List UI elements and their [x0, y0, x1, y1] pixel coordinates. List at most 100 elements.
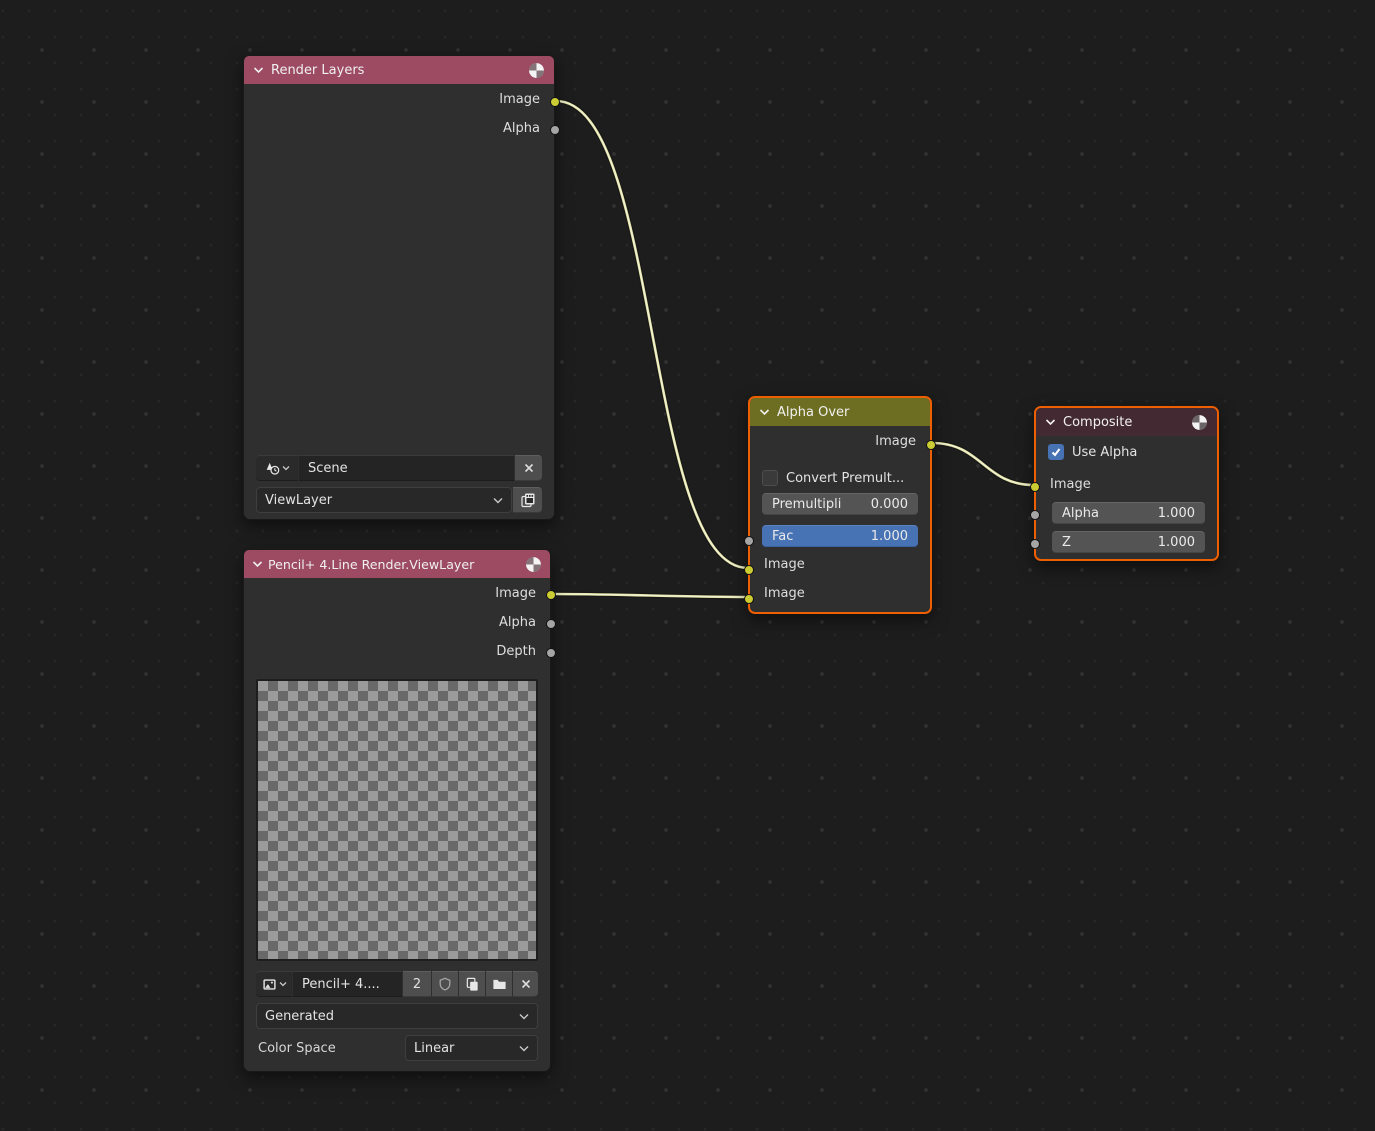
image-source-select[interactable]: Generated [256, 1003, 538, 1029]
close-icon [523, 462, 535, 474]
shield-icon [438, 977, 452, 991]
view-layer-row: ViewLayer [256, 487, 542, 513]
render-layers-header[interactable]: Render Layers [244, 56, 554, 84]
color-space-label: Color Space [256, 1041, 405, 1056]
output-row-image: Image [244, 84, 554, 113]
socket-label: Image [1050, 477, 1091, 492]
premult-label: Premultipli [772, 497, 841, 512]
open-image-button[interactable] [486, 971, 512, 997]
image-name-field[interactable]: Pencil+ 4.... [293, 971, 402, 997]
chevron-down-icon [279, 981, 287, 987]
material-preview-icon [525, 556, 542, 573]
scene-icon [265, 461, 280, 476]
chevron-down-icon[interactable] [252, 560, 263, 568]
chevron-down-icon[interactable] [253, 66, 264, 74]
socket-alpha-output[interactable] [550, 125, 560, 135]
fac-slider[interactable]: Fac 1.000 [762, 525, 918, 547]
color-space-value: Linear [414, 1041, 454, 1056]
fac-value: 1.000 [871, 529, 908, 544]
chevron-down-icon [282, 465, 290, 471]
image-browse-button[interactable] [256, 971, 292, 997]
node-title: Alpha Over [777, 405, 921, 420]
alpha-over-header[interactable]: Alpha Over [750, 398, 930, 426]
pencil-node-header[interactable]: Pencil+ 4.Line Render.ViewLayer [244, 550, 550, 578]
socket-label: Alpha [499, 615, 536, 630]
socket-image-output[interactable] [550, 97, 560, 107]
scene-unlink-button[interactable] [515, 455, 542, 481]
scene-browse-button[interactable] [256, 455, 298, 481]
node-title: Pencil+ 4.Line Render.ViewLayer [268, 557, 520, 572]
unlink-image-button[interactable] [513, 971, 538, 997]
noodle-alphaover-to-composite[interactable] [932, 443, 1034, 485]
view-layer-value: ViewLayer [265, 493, 332, 508]
node-title: Render Layers [271, 63, 521, 78]
socket-label: Image [499, 92, 540, 107]
fac-label: Fac [772, 529, 793, 544]
output-row-alpha: Alpha [244, 607, 550, 636]
socket-label: Image [764, 586, 805, 601]
output-row-image: Image [244, 578, 550, 607]
scene-selector: Scene [256, 455, 542, 481]
user-count-button[interactable]: 2 [403, 971, 431, 997]
socket-image-output[interactable] [926, 440, 936, 450]
socket-image2-input[interactable] [744, 594, 754, 604]
chevron-down-icon[interactable] [759, 408, 770, 416]
node-render-layers[interactable]: Render Layers Image Alpha Scene [243, 55, 555, 520]
noodle-pencil-to-alphaover[interactable] [551, 594, 748, 597]
socket-label: Image [764, 557, 805, 572]
alpha-label: Alpha [1062, 506, 1099, 521]
new-image-button[interactable] [459, 971, 485, 997]
material-preview-icon [1191, 414, 1208, 431]
chevron-down-icon [493, 497, 503, 504]
use-alpha-row: Use Alpha [1048, 439, 1205, 465]
noodle-renderlayers-to-alphaover[interactable] [556, 101, 748, 568]
scene-name-field[interactable]: Scene [299, 455, 514, 481]
z-slider[interactable]: Z 1.000 [1052, 531, 1205, 553]
node-composite[interactable]: Composite Use Alpha Image Alpha 1.000 Z … [1034, 406, 1219, 561]
node-pencil-image[interactable]: Pencil+ 4.Line Render.ViewLayer Image Al… [243, 549, 551, 1072]
node-title: Composite [1063, 415, 1184, 430]
socket-label: Depth [496, 644, 536, 659]
chevron-down-icon [519, 1045, 529, 1052]
socket-image-input[interactable] [1030, 482, 1040, 492]
image-datablock-selector: Pencil+ 4.... 2 [256, 971, 538, 997]
socket-label: Image [875, 434, 916, 449]
view-layer-select[interactable]: ViewLayer [256, 487, 512, 513]
premult-value: 0.000 [871, 497, 908, 512]
image-preview-checkerboard [256, 679, 538, 961]
input-row-image: Image [1036, 470, 1217, 499]
input-row-image1: Image [750, 550, 930, 579]
socket-image-output[interactable] [546, 590, 556, 600]
close-icon [520, 978, 532, 990]
socket-alpha-output[interactable] [546, 619, 556, 629]
image-source-value: Generated [265, 1009, 334, 1024]
convert-premult-row: Convert Premult... [762, 467, 918, 489]
socket-label: Image [495, 586, 536, 601]
node-alpha-over[interactable]: Alpha Over Image Convert Premult... Prem… [748, 396, 932, 614]
z-label: Z [1062, 535, 1071, 550]
socket-depth-output[interactable] [546, 648, 556, 658]
input-row-image2: Image [750, 579, 930, 608]
color-space-select[interactable]: Linear [405, 1035, 538, 1061]
output-row-image: Image [750, 426, 930, 455]
socket-z-input[interactable] [1030, 539, 1040, 549]
chevron-down-icon [519, 1013, 529, 1020]
use-alpha-label: Use Alpha [1072, 445, 1137, 460]
chevron-down-icon[interactable] [1045, 418, 1056, 426]
socket-alpha-input[interactable] [1030, 510, 1040, 520]
z-value: 1.000 [1158, 535, 1195, 550]
alpha-slider[interactable]: Alpha 1.000 [1052, 502, 1205, 524]
socket-image1-input[interactable] [744, 565, 754, 575]
convert-premult-label: Convert Premult... [786, 471, 904, 486]
socket-fac-input[interactable] [744, 536, 754, 546]
composite-header[interactable]: Composite [1036, 408, 1217, 436]
convert-premult-checkbox[interactable] [762, 470, 778, 486]
premult-slider[interactable]: Premultipli 0.000 [762, 493, 918, 515]
use-alpha-checkbox[interactable] [1048, 444, 1064, 460]
recalc-layer-button[interactable] [513, 487, 542, 513]
duplicate-icon [465, 977, 480, 992]
alpha-value: 1.000 [1158, 506, 1195, 521]
fake-user-button[interactable] [432, 971, 458, 997]
material-preview-icon [528, 62, 545, 79]
node-links-layer [0, 0, 1375, 1131]
